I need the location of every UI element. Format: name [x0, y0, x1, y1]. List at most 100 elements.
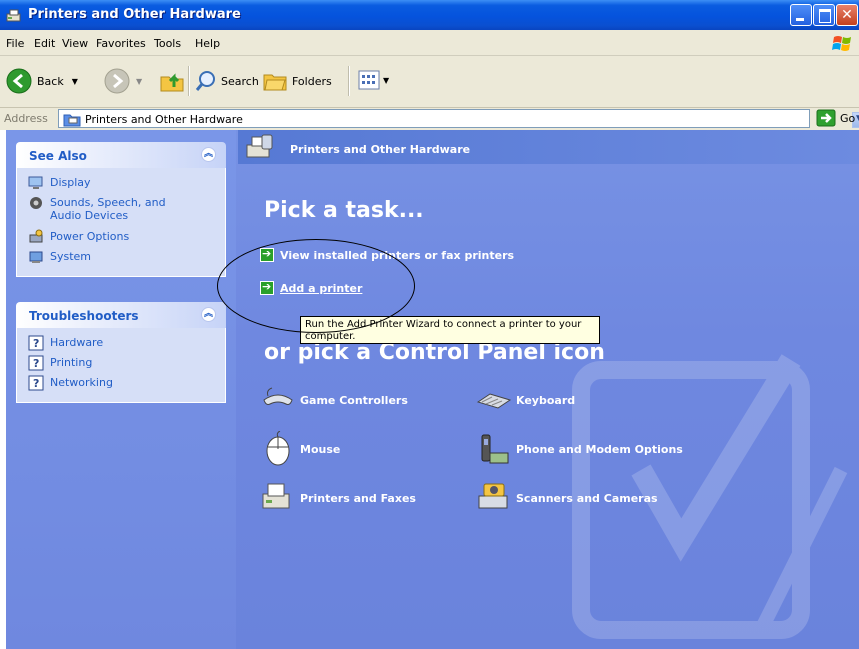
explorer-window: Printers and Other Hardware ✕ File Edit … [0, 0, 859, 649]
menu-favorites[interactable]: Favorites [96, 37, 146, 50]
see-also-item-label: System [50, 250, 92, 263]
windows-logo-icon [832, 36, 851, 51]
keyboard-icon [476, 393, 512, 409]
svg-text:?: ? [33, 377, 39, 390]
see-also-item-label: Power Options [50, 230, 130, 243]
close-button[interactable]: ✕ [836, 4, 858, 26]
views-button[interactable]: ▼ [358, 70, 389, 90]
collapse-chevron-icon[interactable]: ︽ [201, 307, 216, 322]
phone-modem-icon [481, 434, 509, 464]
window-title: Printers and Other Hardware [28, 7, 241, 22]
printer-folder-icon [6, 9, 21, 22]
troubleshooter-item-label: Printing [50, 356, 93, 369]
menu-tools[interactable]: Tools [154, 37, 181, 50]
address-field[interactable]: Printers and Other Hardware ▼ [58, 109, 859, 128]
printer-hardware-icon [246, 134, 273, 158]
category-banner: Printers and Other Hardware [238, 130, 859, 164]
cp-label: Keyboard [516, 393, 576, 407]
cp-label: Mouse [300, 442, 341, 456]
troubleshooters-body: ? Hardware ? Printing ? Networking [16, 328, 226, 403]
cp-label: Phone and Modem Options [516, 442, 683, 456]
close-icon: ✕ [841, 7, 853, 23]
cp-label: Printers and Faxes [300, 491, 416, 505]
help-icon: ? [28, 335, 44, 351]
cp-printers-faxes[interactable]: Printers and Faxes [260, 480, 416, 516]
help-icon: ? [28, 355, 44, 371]
troubleshooter-item-printing[interactable]: ? Printing [17, 354, 225, 374]
forward-button[interactable]: ▼ [104, 68, 142, 94]
printer-folder-icon [63, 114, 81, 127]
cp-keyboard[interactable]: Keyboard [476, 382, 575, 418]
pick-task-heading: Pick a task... [264, 198, 424, 223]
see-also-item-sounds[interactable]: Sounds, Speech, and Audio Devices [17, 194, 225, 228]
back-label: Back [37, 74, 64, 88]
views-icon [358, 70, 380, 90]
menu-file[interactable]: File [6, 37, 24, 50]
troubleshooters-title: Troubleshooters [29, 309, 139, 323]
troubleshooter-item-label: Networking [50, 376, 113, 389]
address-value: Printers and Other Hardware [85, 113, 243, 126]
see-also-item-label: Display [50, 176, 91, 189]
folders-label: Folders [292, 74, 332, 88]
scanner-camera-icon [478, 483, 508, 509]
power-options-icon [29, 229, 43, 243]
menu-view[interactable]: View [62, 37, 88, 50]
folders-button[interactable]: Folders [262, 69, 332, 93]
folders-icon [263, 74, 287, 91]
banner-title: Printers and Other Hardware [290, 143, 471, 156]
search-label: Search [221, 74, 259, 88]
up-folder-button[interactable] [158, 67, 186, 95]
title-bar[interactable]: Printers and Other Hardware ✕ [0, 0, 859, 30]
minimize-button[interactable] [790, 4, 812, 26]
content-area: See Also ︽ Display Sounds, Speech, and A… [6, 130, 859, 649]
search-button[interactable]: Search [194, 69, 259, 93]
svg-text:?: ? [33, 337, 39, 350]
help-icon: ? [28, 375, 44, 391]
see-also-body: Display Sounds, Speech, and Audio Device… [16, 168, 226, 277]
cp-label: Scanners and Cameras [516, 491, 658, 505]
forward-dropdown-icon[interactable]: ▼ [136, 77, 142, 86]
see-also-item-power[interactable]: Power Options [17, 228, 225, 248]
search-icon [195, 71, 215, 91]
menu-edit[interactable]: Edit [34, 37, 55, 50]
forward-arrow-icon [104, 68, 130, 94]
up-folder-icon [160, 73, 184, 92]
svg-text:?: ? [33, 357, 39, 370]
printers-faxes-icon [262, 483, 290, 509]
maximize-button[interactable] [813, 4, 835, 26]
system-icon [29, 251, 43, 263]
troubleshooters-panel: Troubleshooters ︽ ? Hardware ? Printing … [16, 302, 226, 403]
cp-mouse[interactable]: Mouse [260, 431, 340, 467]
see-also-item-system[interactable]: System [17, 248, 225, 268]
troubleshooter-item-hardware[interactable]: ? Hardware [17, 334, 225, 354]
game-controller-icon [263, 387, 293, 405]
see-also-header[interactable]: See Also ︽ [16, 142, 226, 168]
toolbar-separator [348, 66, 350, 96]
maximize-icon [819, 9, 831, 23]
troubleshooters-header[interactable]: Troubleshooters ︽ [16, 302, 226, 328]
menu-help[interactable]: Help [195, 37, 220, 50]
back-arrow-icon [6, 68, 32, 94]
cp-label: Game Controllers [300, 393, 408, 407]
views-dropdown-icon[interactable]: ▼ [383, 76, 389, 85]
go-button[interactable]: Go [816, 109, 855, 127]
cp-phone-modem[interactable]: Phone and Modem Options [476, 431, 683, 467]
standard-toolbar: Back ▼ ▼ Search Folders ▼ [0, 56, 859, 108]
address-bar: Address Printers and Other Hardware ▼ Go [0, 108, 859, 130]
back-dropdown-icon[interactable]: ▼ [72, 77, 78, 86]
back-button[interactable]: Back ▼ [6, 68, 78, 94]
mouse-icon [266, 431, 290, 466]
display-icon [28, 176, 43, 189]
troubleshooter-item-networking[interactable]: ? Networking [17, 374, 225, 394]
troubleshooter-item-label: Hardware [50, 336, 104, 349]
go-arrow-icon [816, 109, 836, 127]
see-also-item-display[interactable]: Display [17, 174, 225, 194]
collapse-chevron-icon[interactable]: ︽ [201, 147, 216, 162]
menu-bar: File Edit View Favorites Tools Help [0, 30, 859, 56]
cp-scanners-cameras[interactable]: Scanners and Cameras [476, 480, 658, 516]
annotation-ellipse [217, 239, 415, 333]
see-also-item-label: Sounds, Speech, and Audio Devices [50, 196, 166, 222]
toolbar-separator [188, 66, 190, 96]
cp-game-controllers[interactable]: Game Controllers [260, 382, 408, 418]
address-label: Address [4, 112, 48, 125]
